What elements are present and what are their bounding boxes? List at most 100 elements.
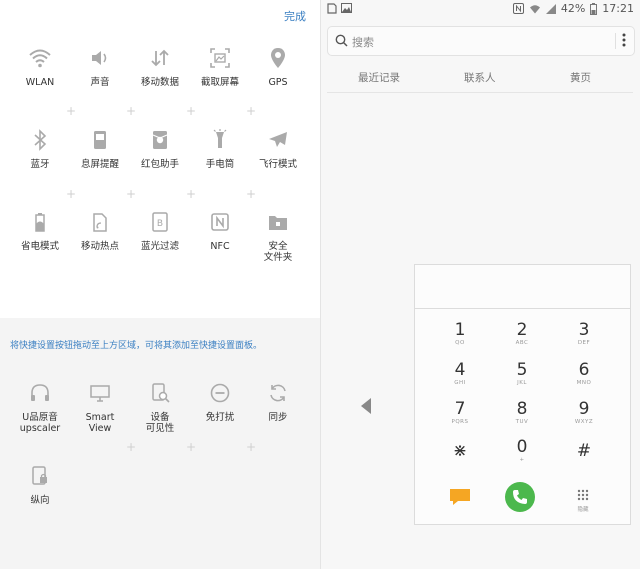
sim-card-icon [327, 3, 337, 14]
tile-label: 手电筒 [205, 159, 235, 170]
tile-flashlight[interactable]: 手电筒 [190, 128, 250, 170]
tile-secure-folder[interactable]: 安全 文件夹 [248, 210, 308, 263]
key-9[interactable]: 9 WXYZ [554, 399, 614, 426]
gallery-notification-icon [341, 3, 352, 13]
key-letters: TUV [515, 419, 529, 425]
tile-label: WLAN [25, 77, 55, 88]
key-digit: 2 [516, 320, 528, 340]
key-0[interactable]: 0 + [492, 437, 552, 464]
tile-bluetooth[interactable]: 蓝牙 [10, 128, 70, 170]
tab-contacts[interactable]: 联系人 [464, 70, 496, 85]
key-6[interactable]: 6 MNO [554, 360, 614, 387]
search-icon [335, 34, 348, 47]
hotspot-icon [93, 213, 107, 232]
tile-label: NFC [210, 241, 230, 252]
tile-label: 设备 可见性 [145, 412, 175, 434]
keypad-dots-icon [577, 489, 589, 501]
done-button[interactable]: 完成 [284, 8, 306, 24]
tile-label: 红包助手 [140, 159, 179, 170]
tile-sound[interactable]: 声音 [70, 46, 130, 88]
tab-yellow-pages[interactable]: 黄页 [570, 70, 591, 85]
key-letters: + [519, 457, 525, 463]
tile-sync[interactable]: 同步 [248, 381, 308, 423]
search-input[interactable]: 搜索 [352, 34, 374, 50]
blue-light-filter-icon: B [152, 212, 168, 232]
key-letters: JKL [517, 380, 527, 386]
tab-divider [327, 92, 633, 93]
collapse-arrow-icon[interactable] [361, 398, 371, 414]
wifi-icon [29, 49, 51, 68]
tile-label: 截取屏幕 [200, 77, 239, 88]
dialer-tabs: 最近记录 联系人 黄页 [321, 70, 640, 90]
tile-label: 省电模式 [20, 241, 59, 252]
key-digit: 3 [578, 320, 590, 340]
tile-red-envelope[interactable]: 红包助手 [130, 128, 190, 170]
key-digit: ⋇ [452, 441, 468, 461]
active-tiles-area: 完成 WLAN 声音 移动数据 截取屏幕 GPS + + + + 蓝牙 息屏提醒… [0, 0, 320, 318]
screenshot-icon [210, 48, 230, 68]
tile-label: Smart View [85, 412, 115, 434]
tile-wlan[interactable]: WLAN [10, 46, 70, 88]
nfc-status-icon [512, 3, 524, 14]
plus-marker: + [186, 440, 197, 454]
svg-text:B: B [157, 219, 163, 229]
tile-mobile-hotspot[interactable]: 移动热点 [70, 210, 130, 252]
plus-marker: + [126, 440, 137, 454]
key-digit: 7 [454, 399, 466, 419]
tile-label: 纵向 [30, 495, 50, 506]
key-letters: QO [455, 340, 465, 346]
tile-gps[interactable]: GPS [248, 46, 308, 88]
key-1[interactable]: 1 QO [430, 320, 490, 347]
tile-label: 免打扰 [205, 412, 235, 423]
key-3[interactable]: 3 DEF [554, 320, 614, 347]
bluetooth-icon [34, 129, 47, 151]
tab-recents[interactable]: 最近记录 [358, 70, 400, 85]
key-hash[interactable]: # [554, 441, 614, 461]
call-button[interactable] [505, 482, 535, 512]
tile-label: 移动热点 [80, 241, 119, 252]
tile-upscaler[interactable]: U品原音 upscaler [10, 381, 70, 434]
device-visibility-icon [152, 383, 170, 403]
message-icon[interactable] [449, 488, 471, 506]
tile-mobile-data[interactable]: 移动数据 [130, 46, 190, 88]
tile-smart-view[interactable]: Smart View [70, 381, 130, 434]
speaker-icon [92, 51, 107, 65]
more-options-icon[interactable] [622, 32, 626, 48]
location-pin-icon [271, 48, 285, 68]
key-digit: 8 [516, 399, 528, 419]
key-star[interactable]: ⋇ [430, 441, 490, 461]
key-digit: 5 [516, 360, 528, 380]
tile-blue-light-filter[interactable]: B 蓝光过滤 [130, 210, 190, 252]
search-bar[interactable]: 搜索 [327, 26, 635, 56]
tile-screenshot[interactable]: 截取屏幕 [190, 46, 250, 88]
plus-marker: + [246, 187, 257, 201]
airplane-icon [269, 132, 287, 147]
nfc-icon [211, 213, 229, 231]
tile-do-not-disturb[interactable]: 免打扰 [190, 381, 250, 423]
key-4[interactable]: 4 GHI [430, 360, 490, 387]
tile-label: U品原音 upscaler [19, 412, 61, 434]
plus-marker: + [126, 187, 137, 201]
red-envelope-icon [152, 131, 168, 149]
tile-device-visibility[interactable]: 设备 可见性 [130, 381, 190, 434]
hide-keypad-button[interactable]: 隐藏 [575, 486, 591, 513]
key-2[interactable]: 2 ABC [492, 320, 552, 347]
search-separator [615, 33, 616, 49]
available-tiles-area [0, 318, 320, 569]
status-left-icons [327, 3, 352, 14]
key-5[interactable]: 5 JKL [492, 360, 552, 387]
phone-icon [513, 490, 527, 504]
key-8[interactable]: 8 TUV [492, 399, 552, 426]
tile-label: 安全 文件夹 [263, 241, 293, 263]
signal-icon [545, 3, 556, 14]
sync-icon [270, 384, 286, 402]
key-7[interactable]: 7 PQRS [430, 399, 490, 426]
tile-airplane-mode[interactable]: 飞行模式 [248, 128, 308, 170]
tile-label: 飞行模式 [258, 159, 297, 170]
tile-power-saving[interactable]: 省电模式 [10, 210, 70, 252]
drag-hint-text: 将快捷设置按钮拖动至上方区域，可将其添加至快捷设置面板。 [10, 341, 263, 351]
key-digit: 4 [454, 360, 466, 380]
tile-always-on-display[interactable]: 息屏提醒 [70, 128, 130, 170]
tile-nfc[interactable]: NFC [190, 210, 250, 252]
tile-portrait[interactable]: 纵向 [10, 464, 70, 506]
